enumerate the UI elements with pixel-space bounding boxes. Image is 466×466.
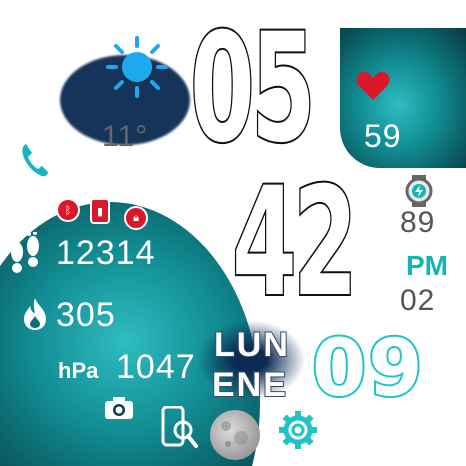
hour-display: 05	[189, 2, 317, 176]
month-text: ENE	[211, 365, 288, 405]
pressure-value: 1047	[116, 348, 196, 386]
battery-value: 89	[400, 206, 436, 239]
ampm-indicator: PM	[406, 250, 448, 281]
bluetooth-icon: ᛒ	[56, 198, 80, 222]
heart-icon	[356, 72, 390, 100]
watch-charging-icon	[405, 175, 433, 207]
seconds-value: 02	[400, 284, 436, 317]
settings-icon[interactable]	[278, 410, 318, 450]
lock-icon[interactable]: 🔒︎	[124, 206, 148, 230]
flame-icon	[24, 298, 46, 330]
phone-icon[interactable]	[18, 140, 52, 180]
camera-icon[interactable]	[104, 396, 134, 420]
battery-status-icon: ▮	[90, 198, 110, 224]
watch-face: 11° 05 42 59 89 PM 02 ᛒ ▮ 🔒︎ 12314 305 h…	[0, 0, 466, 466]
steps-value: 12314	[56, 234, 156, 272]
calories-value: 305	[56, 296, 116, 334]
sun-cloud-icon[interactable]	[104, 34, 170, 100]
temperature-value: 11°	[102, 120, 149, 153]
pressure-label: hPa	[58, 358, 99, 383]
day-number: 09	[310, 324, 425, 414]
weekday-text: LUN	[213, 325, 290, 365]
moon-phase-icon[interactable]	[208, 408, 262, 462]
minute-display: 42	[231, 156, 359, 330]
heart-rate-value: 59	[364, 118, 402, 154]
footsteps-icon	[11, 232, 39, 273]
find-phone-icon[interactable]	[160, 406, 202, 450]
